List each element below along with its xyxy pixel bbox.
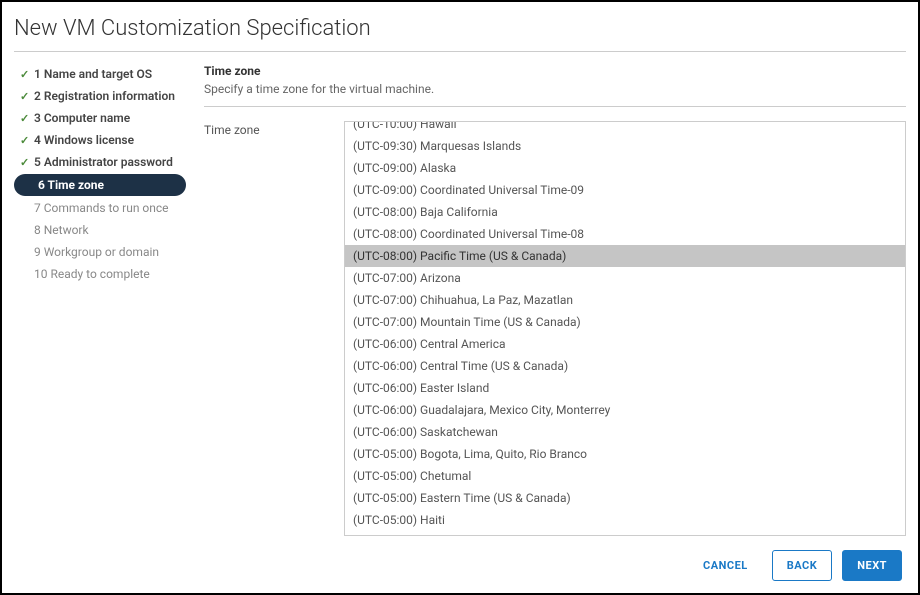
check-icon: ✓ [20, 134, 34, 147]
wizard-step-label: 6 Time zone [38, 178, 104, 192]
wizard-step[interactable]: ✓2 Registration information [14, 86, 186, 106]
timezone-option[interactable]: (UTC-05:00) Chetumal [345, 465, 905, 487]
timezone-option[interactable]: (UTC-05:00) Haiti [345, 509, 905, 531]
timezone-listbox-container: (UTC-10:00) Hawaii(UTC-09:30) Marquesas … [344, 121, 906, 536]
timezone-option[interactable]: (UTC-07:00) Mountain Time (US & Canada) [345, 311, 905, 333]
check-icon: ✓ [20, 112, 34, 125]
timezone-option[interactable]: (UTC-08:00) Coordinated Universal Time-0… [345, 223, 905, 245]
timezone-option[interactable]: (UTC-05:00) Eastern Time (US & Canada) [345, 487, 905, 509]
wizard-step[interactable]: ✓3 Computer name [14, 108, 186, 128]
timezone-option[interactable]: (UTC-09:30) Marquesas Islands [345, 135, 905, 157]
section-header: Time zone Specify a time zone for the vi… [204, 64, 906, 107]
wizard-step-label: 3 Computer name [34, 111, 130, 125]
wizard-content: Time zone Specify a time zone for the vi… [194, 64, 906, 536]
timezone-option[interactable]: (UTC-06:00) Guadalajara, Mexico City, Mo… [345, 399, 905, 421]
wizard-steps-sidebar: ✓1 Name and target OS✓2 Registration inf… [14, 64, 194, 536]
timezone-option[interactable]: (UTC-09:00) Alaska [345, 157, 905, 179]
check-icon: ✓ [20, 90, 34, 103]
timezone-option[interactable]: (UTC-06:00) Easter Island [345, 377, 905, 399]
timezone-option[interactable]: (UTC-07:00) Chihuahua, La Paz, Mazatlan [345, 289, 905, 311]
wizard-step[interactable]: ✓4 Windows license [14, 130, 186, 150]
section-title: Time zone [204, 64, 906, 78]
wizard-dialog: New VM Customization Specification ✓1 Na… [0, 0, 920, 595]
wizard-step-label: 10 Ready to complete [34, 267, 150, 281]
wizard-step-label: 2 Registration information [34, 89, 175, 103]
wizard-step[interactable]: ✓10 Ready to complete [14, 264, 186, 284]
timezone-option[interactable]: (UTC-05:00) Bogota, Lima, Quito, Rio Bra… [345, 443, 905, 465]
wizard-step[interactable]: ✓5 Administrator password [14, 152, 186, 172]
wizard-step[interactable]: ✓7 Commands to run once [14, 198, 186, 218]
wizard-step-label: 8 Network [34, 223, 89, 237]
wizard-step[interactable]: ✓6 Time zone [14, 174, 186, 196]
wizard-step[interactable]: ✓8 Network [14, 220, 186, 240]
wizard-step-label: 7 Commands to run once [34, 201, 169, 215]
timezone-option[interactable]: (UTC-08:00) Baja California [345, 201, 905, 223]
timezone-field-label: Time zone [204, 121, 344, 536]
timezone-form-row: Time zone (UTC-10:00) Hawaii(UTC-09:30) … [204, 121, 906, 536]
timezone-option[interactable]: (UTC-06:00) Saskatchewan [345, 421, 905, 443]
back-button[interactable]: BACK [772, 550, 833, 581]
wizard-step[interactable]: ✓9 Workgroup or domain [14, 242, 186, 262]
next-button[interactable]: NEXT [842, 550, 902, 581]
timezone-option[interactable]: (UTC-08:00) Pacific Time (US & Canada) [345, 245, 905, 267]
timezone-option[interactable]: (UTC-09:00) Coordinated Universal Time-0… [345, 179, 905, 201]
section-description: Specify a time zone for the virtual mach… [204, 82, 906, 96]
timezone-option[interactable]: (UTC-06:00) Central Time (US & Canada) [345, 355, 905, 377]
dialog-footer: CANCEL BACK NEXT [14, 536, 906, 583]
timezone-option[interactable]: (UTC-07:00) Arizona [345, 267, 905, 289]
timezone-option[interactable]: (UTC-10:00) Hawaii [345, 122, 905, 135]
timezone-option[interactable]: (UTC-06:00) Central America [345, 333, 905, 355]
dialog-title: New VM Customization Specification [14, 12, 906, 52]
wizard-step-label: 4 Windows license [34, 133, 134, 147]
wizard-step-label: 5 Administrator password [34, 155, 173, 169]
wizard-step[interactable]: ✓1 Name and target OS [14, 64, 186, 84]
dialog-body: ✓1 Name and target OS✓2 Registration inf… [14, 52, 906, 536]
cancel-button[interactable]: CANCEL [689, 551, 762, 580]
check-icon: ✓ [20, 68, 34, 81]
timezone-option[interactable]: (UTC-05:00) Havana [345, 531, 905, 535]
wizard-step-label: 9 Workgroup or domain [34, 245, 159, 259]
timezone-listbox[interactable]: (UTC-10:00) Hawaii(UTC-09:30) Marquesas … [345, 122, 905, 535]
check-icon: ✓ [20, 156, 34, 169]
wizard-step-label: 1 Name and target OS [34, 67, 152, 81]
